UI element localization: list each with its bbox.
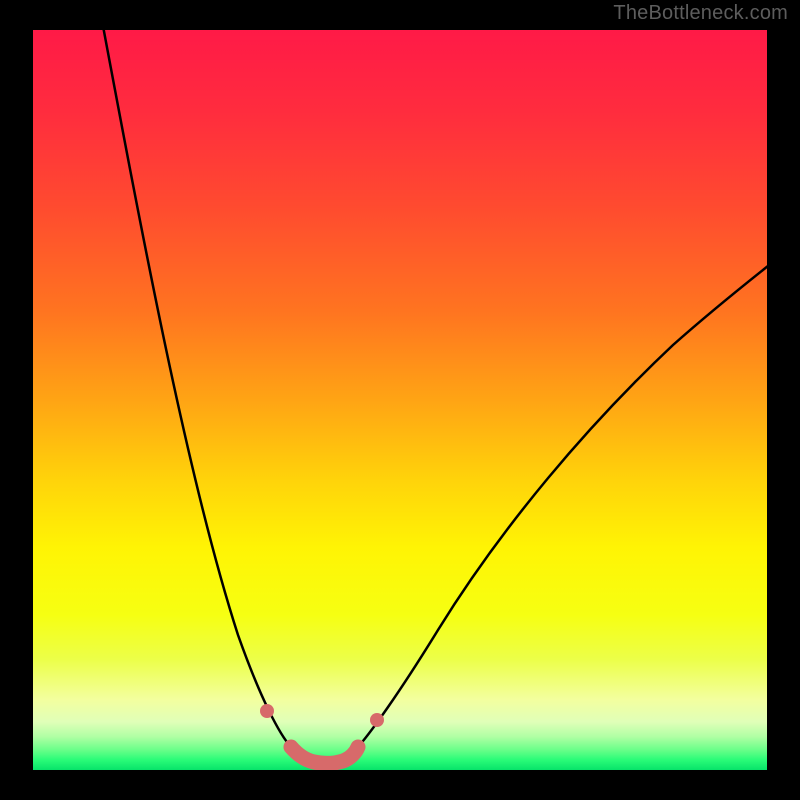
chart-frame: TheBottleneck.com <box>0 0 800 800</box>
curve-layer <box>33 30 767 770</box>
optimal-point <box>260 704 274 718</box>
optimal-point <box>351 740 365 754</box>
optimal-point <box>284 740 298 754</box>
plot-area <box>33 30 767 770</box>
bottleneck-curve-left <box>100 30 291 747</box>
bottleneck-curve-right <box>358 258 767 747</box>
optimal-point <box>370 713 384 727</box>
watermark-text: TheBottleneck.com <box>613 2 788 25</box>
optimal-point <box>338 753 352 767</box>
optimal-point <box>300 753 314 767</box>
